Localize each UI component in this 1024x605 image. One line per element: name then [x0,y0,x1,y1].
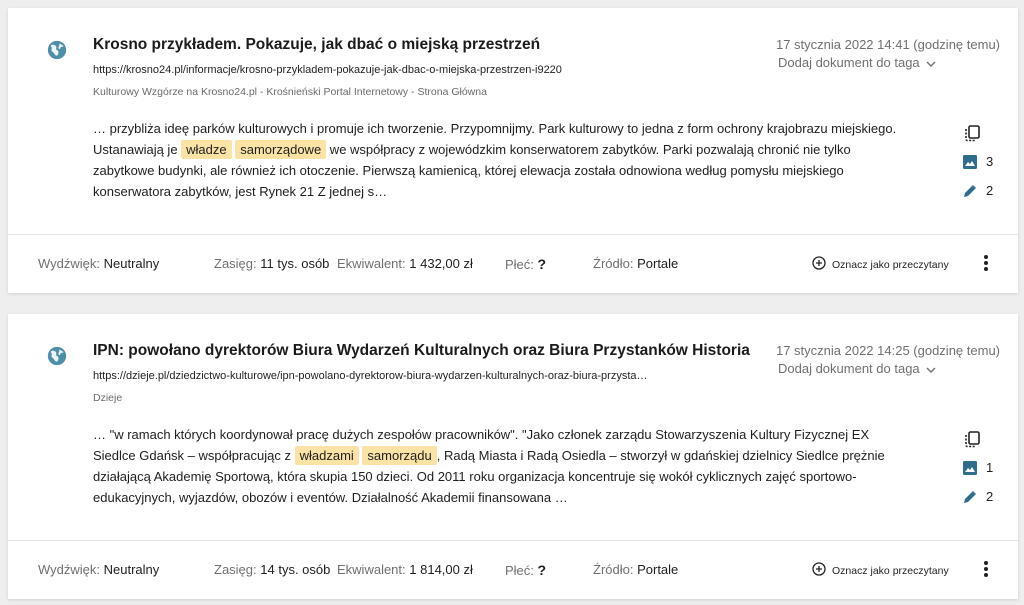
divider [8,234,1018,235]
mark-as-read-label: Oznacz jako przeczytany [832,564,949,577]
article-snippet: … przybliża ideę parków kulturowych i pr… [93,118,913,202]
article-source: Dzieje [93,392,123,404]
mark-as-read-label: Oznacz jako przeczytany [832,258,949,271]
metric-value: Portale [637,256,679,271]
add-to-tag-label: Dodaj dokument do taga [778,361,920,376]
edits-count: 2 [986,489,994,504]
image-icon [963,460,977,475]
pencil-icon [963,184,977,198]
keyword-highlight: władzami [294,446,359,465]
edits-button[interactable]: 2 [963,176,1003,205]
copy-button[interactable] [963,118,1003,147]
images-button[interactable]: 1 [963,453,1003,482]
keyword-highlight: władze [181,140,232,159]
metric-label: Wydźwięk: [38,256,101,271]
equivalent-metric: Ekwiwalent: 1 432,00 zł [337,256,473,271]
metric-value: 11 tys. osób [260,256,330,271]
reach-metric: Zasięg: 14 tys. osób [214,562,330,577]
metric-label: Zasięg: [214,562,257,577]
add-to-tag-label: Dodaj dokument do taga [778,55,920,70]
article-footer: Wydźwięk: Neutralny Zasięg: 14 tys. osób… [38,559,996,580]
globe-icon [46,39,68,61]
source-metric: Źródło: Portale [593,256,678,271]
image-icon [963,154,977,169]
more-options-button[interactable] [983,253,989,273]
article-card: IPN: powołano dyrektorów Biura Wydarzeń … [8,314,1018,599]
globe-icon [46,345,68,367]
plus-circle-icon [812,256,826,273]
images-count: 3 [986,154,994,169]
article-title[interactable]: IPN: powołano dyrektorów Biura Wydarzeń … [93,342,750,360]
metric-label: Ekwiwalent: [337,256,406,271]
edits-button[interactable]: 2 [963,482,1003,511]
mark-as-read-button[interactable]: Oznacz jako przeczytany [812,256,949,273]
metric-label: Płeć: [505,257,534,272]
equivalent-metric: Ekwiwalent: 1 814,00 zł [337,562,473,577]
metric-value: Portale [637,562,679,577]
gender-metric: Płeć: ? [505,256,546,272]
article-date: 17 stycznia 2022 14:25 (godzinę temu) [775,343,1000,358]
article-url[interactable]: https://dzieje.pl/dziedzictwo-kulturowe/… [93,370,648,382]
metric-label: Ekwiwalent: [337,562,406,577]
copy-button[interactable] [963,424,1003,453]
article-date: 17 stycznia 2022 14:41 (godzinę temu) [775,37,1000,52]
article-url[interactable]: https://krosno24.pl/informacje/krosno-pr… [93,64,562,76]
pencil-icon [963,490,977,504]
copy-icon [963,124,981,142]
sentiment-metric: Wydźwięk: Neutralny [38,256,159,271]
gender-metric: Płeć: ? [505,562,546,578]
metric-value: 1 814,00 zł [409,562,473,577]
add-to-tag-dropdown[interactable]: Dodaj dokument do taga [778,55,936,70]
metric-value: ? [537,256,547,272]
metric-value: 1 432,00 zł [409,256,473,271]
side-actions: 3 2 [963,118,1003,205]
chevron-down-icon [926,361,936,376]
copy-icon [963,430,981,448]
metric-label: Źródło: [593,256,634,271]
article-source: Kulturowy Wzgórze na Krosno24.pl - Krośn… [93,86,487,98]
metric-label: Źródło: [593,562,634,577]
article-card: Krosno przykładem. Pokazuje, jak dbać o … [8,8,1018,293]
sentiment-metric: Wydźwięk: Neutralny [38,562,159,577]
keyword-highlight: samorządu [362,446,437,465]
kebab-icon [984,255,988,271]
metric-label: Płeć: [505,563,534,578]
metric-value: ? [537,562,547,578]
images-button[interactable]: 3 [963,147,1003,176]
mark-as-read-button[interactable]: Oznacz jako przeczytany [812,562,949,579]
divider [8,540,1018,541]
reach-metric: Zasięg: 11 tys. osób [214,256,329,271]
images-count: 1 [986,460,994,475]
metric-label: Wydźwięk: [38,562,101,577]
article-snippet: … "w ramach których koordynował pracę du… [93,424,913,508]
article-footer: Wydźwięk: Neutralny Zasięg: 11 tys. osób… [38,253,996,274]
edits-count: 2 [986,183,994,198]
kebab-icon [984,561,988,577]
side-actions: 1 2 [963,424,1003,511]
metric-label: Zasięg: [214,256,257,271]
metric-value: Neutralny [103,562,160,577]
keyword-highlight: samorządowe [235,140,327,159]
chevron-down-icon [926,55,936,70]
add-to-tag-dropdown[interactable]: Dodaj dokument do taga [778,361,936,376]
more-options-button[interactable] [983,559,989,579]
source-metric: Źródło: Portale [593,562,678,577]
metric-value: 14 tys. osób [260,562,331,577]
article-title[interactable]: Krosno przykładem. Pokazuje, jak dbać o … [93,36,540,54]
metric-value: Neutralny [103,256,160,271]
plus-circle-icon [812,562,826,579]
